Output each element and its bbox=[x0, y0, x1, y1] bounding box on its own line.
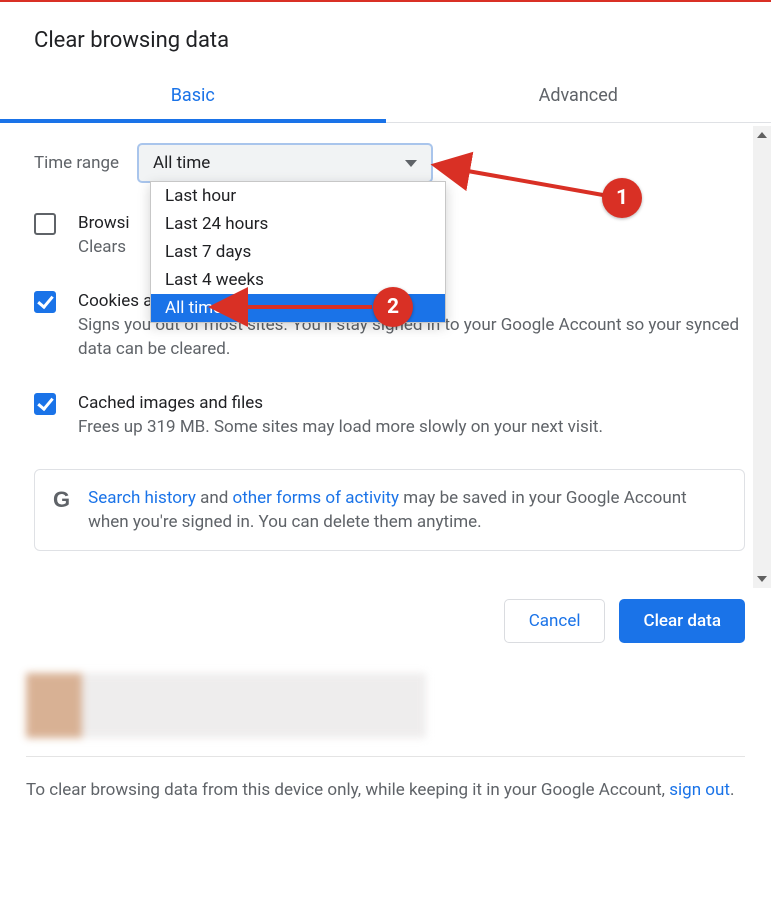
annotation-badge-2-label: 2 bbox=[387, 295, 399, 319]
annotation-badge-2: 2 bbox=[373, 287, 413, 327]
annotation-overlay bbox=[0, 0, 771, 904]
annotation-badge-1-label: 1 bbox=[616, 186, 628, 210]
annotation-badge-1: 1 bbox=[602, 178, 642, 218]
